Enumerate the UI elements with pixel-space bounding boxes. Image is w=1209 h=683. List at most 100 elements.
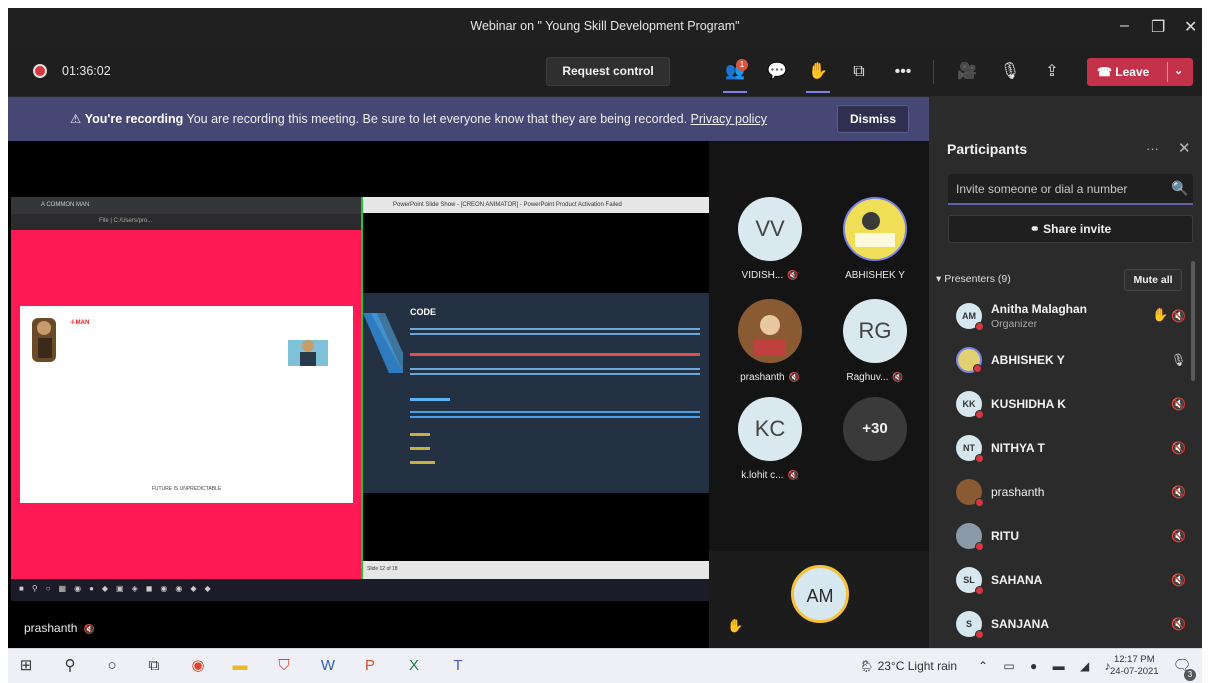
weather-icon: 🌦 — [859, 659, 878, 673]
mic-off-icon[interactable]: 🔇 — [1171, 529, 1186, 543]
more-icon[interactable]: ··· — [1146, 141, 1159, 156]
gallery-tile[interactable]: KC k.lohit c... 🔇 — [725, 397, 815, 481]
mic-off-icon: 🎙 — [999, 63, 1021, 80]
mic-off-icon[interactable]: 🔇 — [1171, 309, 1186, 323]
participant-name: ABHISHEK Y — [991, 353, 1065, 367]
slide: CODE — [363, 293, 709, 493]
mic-off-icon[interactable]: 🔇 — [1171, 617, 1186, 631]
file-explorer-icon[interactable]: ▬ — [228, 655, 252, 677]
search-icon[interactable]: ⚲ — [58, 655, 82, 677]
raise-hand-button[interactable]: ✋ — [803, 57, 833, 93]
participant-row[interactable]: RITU 🔇 — [929, 515, 1202, 559]
raised-hand-icon: ✋ — [727, 618, 744, 633]
task-view-icon[interactable]: ⧉ — [142, 655, 166, 677]
status-dot — [973, 364, 982, 373]
search-icon[interactable]: 🔍 — [1171, 180, 1188, 197]
mic-off-icon[interactable]: 🔇 — [1171, 573, 1186, 587]
dismiss-button[interactable]: Dismiss — [837, 105, 909, 133]
invite-field[interactable]: 🔍 — [948, 174, 1193, 205]
teams-icon[interactable]: T — [446, 655, 470, 677]
rooms-button[interactable]: ⧉ — [844, 57, 874, 87]
participant-row[interactable]: AM Anitha Malaghan Organizer ✋ 🔇 — [929, 295, 1202, 339]
clock-date: 24-07-2021 — [1110, 666, 1159, 677]
more-participants-tile[interactable]: +30 — [827, 397, 923, 461]
participant-row[interactable]: NT NITHYA T 🔇 — [929, 427, 1202, 471]
participant-row[interactable]: prashanth 🔇 — [929, 471, 1202, 515]
page-footer: FUTURE IS UNPREDICTABLE — [151, 486, 222, 492]
participant-row[interactable]: SL SAHANA 🔇 — [929, 559, 1202, 603]
windows-start-icon[interactable]: ⊞ — [14, 655, 38, 677]
code-line — [410, 461, 435, 464]
mic-off-icon: 🔇 — [892, 372, 904, 382]
word-icon[interactable]: W — [316, 655, 340, 677]
scrollbar[interactable] — [1191, 261, 1195, 381]
chrome-icon[interactable]: ◉ — [186, 655, 210, 677]
panel-title: Participants — [947, 141, 1028, 157]
gallery-tile[interactable]: prashanth 🔇 — [725, 299, 815, 383]
presenter-name: prashanth — [24, 621, 78, 635]
powerpoint-icon[interactable]: P — [358, 655, 382, 677]
code-line — [410, 398, 450, 401]
participant-name: SAHANA — [991, 573, 1043, 587]
avatar-photo — [956, 347, 982, 373]
avatar: SL — [956, 567, 984, 595]
system-tray-icons[interactable]: ⌃ ▭ ● ▬ ◢ ♪ — [978, 659, 1117, 673]
camera-button[interactable]: 🎥 — [952, 57, 982, 87]
shared-taskbar-icons: ■⚲○▦◉●◆▣◈◼◉◉◆◆ — [19, 584, 219, 593]
privacy-policy-link[interactable]: Privacy policy — [691, 112, 767, 126]
mic-button[interactable]: 🎙 — [995, 57, 1025, 87]
gallery-tile[interactable]: RG Raghuv... 🔇 — [827, 299, 923, 383]
meeting-toolbar: 01:36:02 Request control 👥 1 💬 ✋ ⧉ ••• 🎥… — [8, 46, 1202, 97]
weather-text: 23°C Light rain — [877, 659, 958, 673]
participants-toggle-button[interactable]: 👥 1 — [720, 57, 750, 93]
cortana-icon[interactable]: ○ — [100, 655, 124, 677]
window-title: Webinar on " Young Skill Development Pro… — [470, 19, 740, 33]
weather-widget[interactable]: 🌦 23°C Light rain — [859, 659, 957, 673]
code-line — [410, 411, 700, 419]
slide-counter: Slide 12 of 18 — [367, 566, 398, 572]
warning-icon: ⚠ — [70, 112, 85, 126]
notification-icon[interactable]: 🗨 3 — [1170, 655, 1196, 681]
man-illustration-left — [32, 318, 56, 362]
code-line — [410, 353, 700, 356]
close-icon[interactable]: ✕ — [1178, 139, 1191, 157]
gallery-tile[interactable]: VV VIDISH... 🔇 — [725, 197, 815, 281]
self-avatar: AM — [791, 565, 849, 623]
share-invite-button[interactable]: ⚭ Share invite — [948, 215, 1193, 243]
mute-all-button[interactable]: Mute all — [1124, 269, 1182, 291]
avatar: VV — [738, 197, 802, 261]
leave-label: Leave — [1115, 65, 1150, 79]
teams-window: Webinar on " Young Skill Development Pro… — [8, 8, 1202, 648]
close-icon[interactable]: ✕ — [1184, 17, 1197, 37]
mic-off-icon[interactable]: 🔇 — [1171, 441, 1186, 455]
web-page: -I-MAN FUTURE IS UNPREDICTABLE — [20, 306, 353, 503]
mic-on-icon[interactable]: 🎙 — [1171, 353, 1186, 367]
mcafee-icon[interactable]: ⛉ — [272, 655, 296, 677]
excel-icon[interactable]: X — [402, 655, 426, 677]
gallery-tile[interactable]: ABHISHEK Y — [827, 197, 923, 281]
status-dot — [975, 322, 984, 331]
participant-row[interactable]: KK KUSHIDHA K 🔇 — [929, 383, 1202, 427]
request-control-button[interactable]: Request control — [546, 57, 670, 86]
participants-badge: 1 — [736, 59, 748, 71]
participant-row[interactable]: S SANJANA 🔇 — [929, 603, 1202, 647]
chat-button[interactable]: 💬 — [762, 57, 792, 87]
maximize-icon[interactable]: ❐ — [1151, 17, 1165, 37]
mic-off-icon[interactable]: 🔇 — [1171, 397, 1186, 411]
more-actions-button[interactable]: ••• — [888, 57, 918, 87]
mic-off-icon[interactable]: 🔇 — [1171, 485, 1186, 499]
minimize-icon[interactable]: – — [1120, 17, 1129, 35]
participant-row[interactable]: ABHISHEK Y 🎙 — [929, 339, 1202, 383]
title-bar: Webinar on " Young Skill Development Pro… — [8, 8, 1202, 46]
presenters-section-header[interactable]: ▾ Presenters (9) — [936, 273, 1011, 285]
invite-input[interactable] — [956, 181, 1156, 197]
leave-button[interactable]: ☎ Leave ⌄ — [1087, 58, 1193, 86]
avatar: AM — [956, 303, 984, 331]
rooms-icon: ⧉ — [853, 63, 865, 80]
chevron-down-icon[interactable]: ⌄ — [1174, 64, 1183, 77]
taskbar-clock[interactable]: 12:17 PM 24-07-2021 — [1110, 654, 1159, 678]
recording-message: ⚠ You're recording You are recording thi… — [70, 111, 767, 126]
ppt-black-area — [363, 213, 709, 293]
mic-off-icon: 🔇 — [81, 624, 96, 634]
share-button[interactable]: ⇪ — [1037, 57, 1067, 87]
